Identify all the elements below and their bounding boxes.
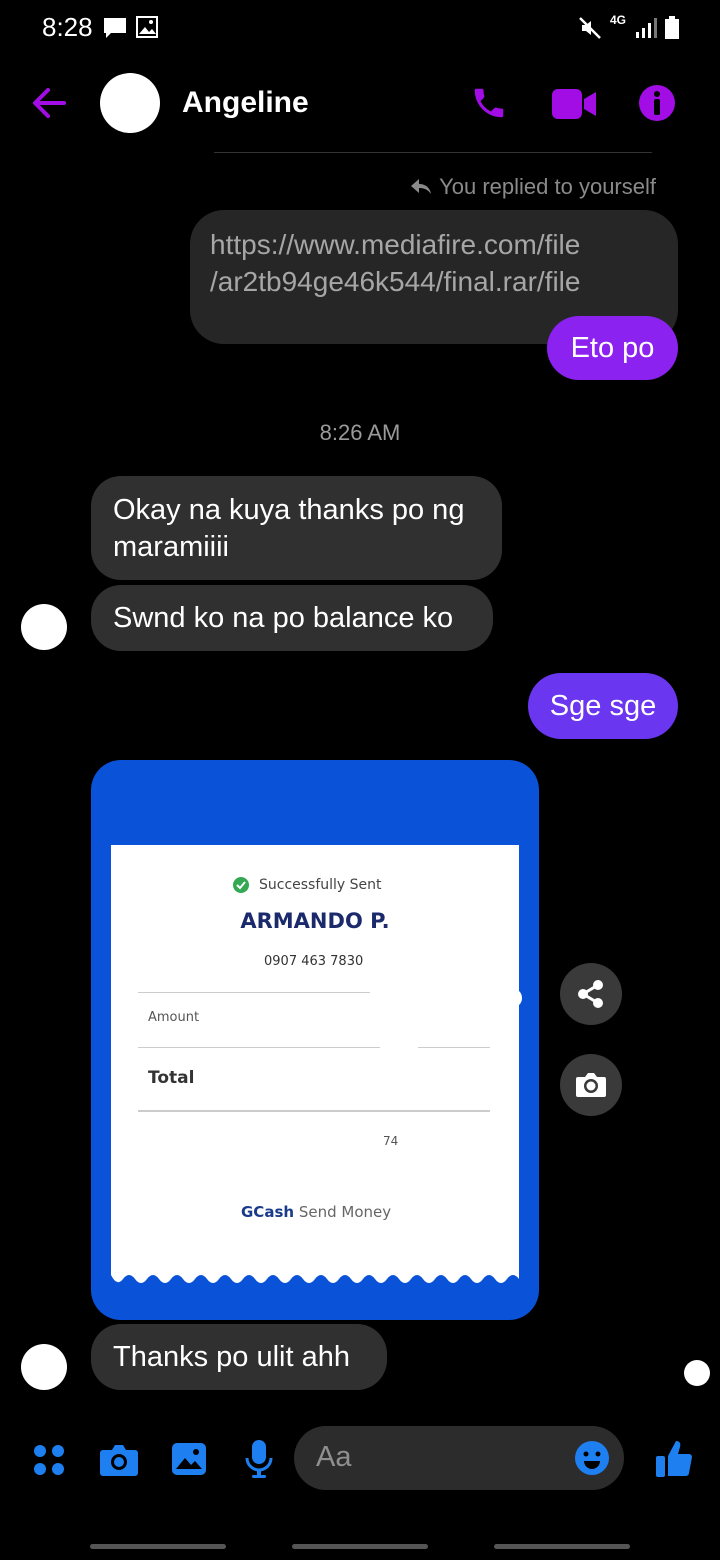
seen-avatar [684,1360,710,1386]
message-input-placeholder: Aa [316,1441,352,1473]
info-icon[interactable] [638,84,676,122]
receipt-service: Send Money [298,1203,392,1221]
camera-icon [576,1073,606,1097]
quoted-link-line-2: /ar2tb94ge46k544/final.rar/file [210,266,581,297]
emoji-icon[interactable] [574,1440,610,1476]
receipt-divider [138,1110,490,1112]
nav-back[interactable] [494,1544,630,1549]
contact-avatar-small[interactable] [21,604,67,650]
header-divider [214,152,652,153]
back-arrow-icon[interactable] [30,86,66,120]
contact-name[interactable]: Angeline [182,86,309,120]
reply-note-text: You replied to yourself [439,174,656,199]
received-message-2[interactable]: Swnd ko na po balance ko [91,585,493,651]
image-icon [136,16,158,38]
contact-avatar[interactable] [100,73,160,133]
menu-grid-icon[interactable] [32,1443,66,1477]
receipt-divider [418,1047,490,1048]
receipt-total-label: Total [148,1068,195,1088]
mute-icon [579,17,601,39]
receipt-status: Successfully Sent [259,877,382,893]
camera-save-button[interactable] [560,1054,622,1116]
receipt-divider [138,992,370,993]
gcash-brand: GCash [241,1203,295,1221]
gallery-icon[interactable] [171,1442,207,1476]
sent-message-1[interactable]: Eto po [547,316,678,380]
reply-note: You replied to yourself [411,174,656,200]
microphone-icon[interactable] [244,1440,274,1480]
reaction-dot [506,989,522,1007]
receipt-image[interactable]: Successfully Sent ARMANDO P. 0907 463 78… [91,760,539,1320]
message-timestamp: 8:26 AM [319,420,401,445]
received-1-line-2: maramiiii [113,531,229,563]
receipt-recipient: ARMANDO P. [240,909,390,933]
phone-call-icon[interactable] [470,84,508,122]
receipt-paper: Successfully Sent ARMANDO P. 0907 463 78… [111,845,519,1289]
nav-home[interactable] [292,1544,428,1549]
receipt-torn-edge [111,1275,519,1289]
status-time: 8:28 [42,12,93,42]
quoted-link-line-1: https://www.mediafire.com/file [210,229,581,260]
check-circle-icon [233,877,249,893]
thumbs-up-icon[interactable] [655,1439,693,1479]
receipt-amount-label: Amount [148,1010,200,1025]
video-call-icon[interactable] [552,89,596,119]
received-message-1[interactable]: Okay na kuya thanks po ng maramiiii [91,476,502,580]
receipt-ref-fragment: 74 [383,1134,399,1148]
receipt-divider [138,1047,380,1048]
share-icon [578,980,603,1008]
received-message-3[interactable]: Thanks po ulit ahh [91,1324,387,1390]
contact-avatar-small[interactable] [21,1344,67,1390]
battery-icon [665,16,679,39]
receipt-footer: GCash Send Money [241,1203,391,1221]
chat-icon [104,18,126,38]
share-button[interactable] [560,963,622,1025]
signal-icon [636,18,657,38]
receipt-number: 0907 463 7830 [264,954,364,969]
camera-icon[interactable] [99,1442,139,1478]
received-1-line-1: Okay na kuya thanks po ng [113,494,465,526]
sent-message-2[interactable]: Sge sge [528,673,678,739]
network-label: 4G [610,13,627,27]
message-input[interactable]: Aa [294,1426,624,1490]
nav-recents[interactable] [90,1544,226,1549]
reply-icon [411,179,432,194]
